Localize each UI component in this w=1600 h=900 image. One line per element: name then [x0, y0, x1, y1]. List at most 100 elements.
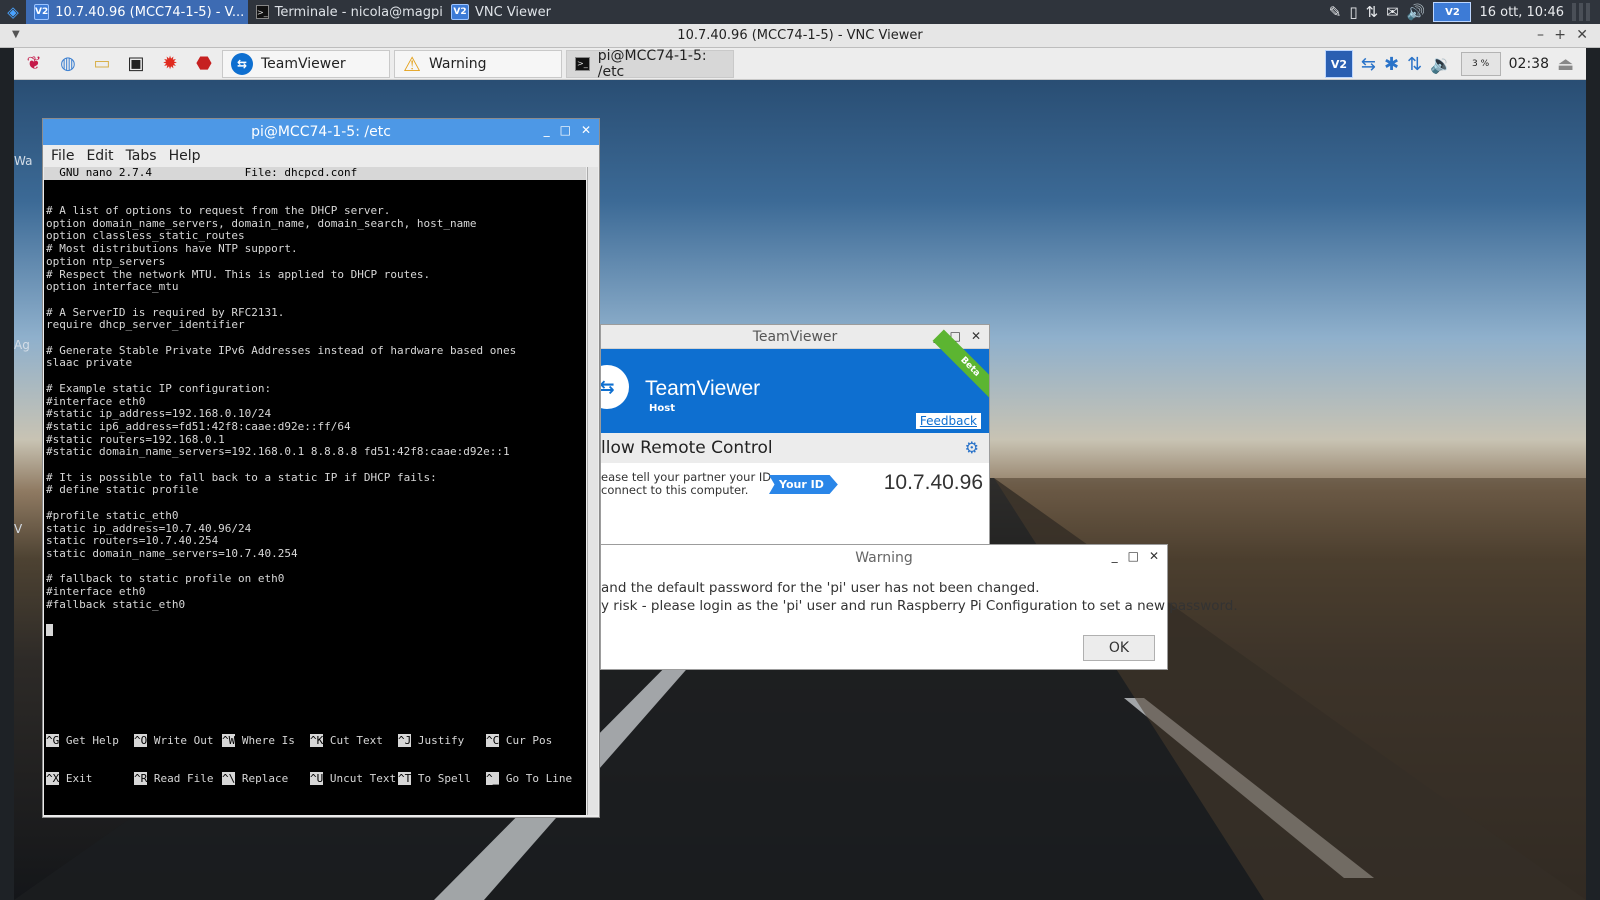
- terminal-menubar: File Edit Tabs Help: [43, 145, 599, 167]
- window-menu-icon[interactable]: ▼: [12, 29, 20, 40]
- teamviewer-id-panel: ease tell your partner your ID connect t…: [601, 463, 989, 523]
- eject-icon[interactable]: ⏏: [1557, 54, 1574, 75]
- shortcut-key: ^R: [134, 771, 148, 785]
- teamviewer-brand: TeamViewer: [645, 377, 761, 400]
- menu-file[interactable]: File: [51, 148, 74, 164]
- remote-task-label: TeamViewer: [261, 55, 346, 72]
- minimize-icon[interactable]: _: [544, 123, 550, 137]
- terminal-icon: >_: [575, 56, 590, 71]
- shortcut-key: ^O: [134, 733, 148, 747]
- section-title: llow Remote Control: [601, 438, 773, 458]
- teamviewer-banner: ⇆ TeamViewer Host Beta Feedback: [601, 329, 989, 433]
- menu-help[interactable]: Help: [169, 148, 201, 164]
- terminal-icon[interactable]: ▣: [122, 50, 150, 78]
- warning-line: and the default password for the 'pi' us…: [601, 580, 1040, 596]
- nano-text-line: [46, 294, 586, 307]
- menu-tabs[interactable]: Tabs: [126, 148, 157, 164]
- terminal-titlebar[interactable]: pi@MCC74-1-5: /etc _ □ ✕: [43, 119, 599, 145]
- host-task-label: 10.7.40.96 (MCC74-1-5) - V...: [55, 4, 245, 20]
- close-icon[interactable]: ✕: [1576, 27, 1588, 43]
- vnc-viewer-icon: V2: [34, 4, 50, 20]
- network-icon[interactable]: ⇅: [1366, 3, 1379, 21]
- remote-task-terminal[interactable]: >_ pi@MCC74-1-5: /etc: [566, 48, 734, 80]
- teamviewer-titlebar[interactable]: TeamViewer _ □ ✕: [601, 325, 989, 349]
- wolfram-icon[interactable]: ✹: [156, 50, 184, 78]
- nano-shortcut: ^U Uncut Text: [310, 771, 398, 786]
- shortcut-label: Go To Line: [499, 771, 573, 785]
- close-icon[interactable]: ✕: [971, 329, 981, 343]
- remote-task-label: pi@MCC74-1-5: /etc: [597, 48, 707, 80]
- host-task-vnc-viewer[interactable]: V2 VNC Viewer: [443, 0, 563, 24]
- maximize-icon[interactable]: □: [1128, 549, 1139, 563]
- nano-editor-body[interactable]: # A list of options to request from the …: [44, 204, 586, 612]
- mathematica-icon[interactable]: ⬣: [190, 50, 218, 78]
- web-browser-icon[interactable]: ◍: [54, 50, 82, 78]
- shortcut-label: Uncut Text: [323, 771, 397, 785]
- host-task-terminal[interactable]: >_ Terminale - nicola@magpi...: [248, 0, 443, 24]
- raspberry-menu-icon[interactable]: ❦: [20, 50, 48, 78]
- minimize-icon[interactable]: –: [1537, 27, 1544, 43]
- file-manager-icon[interactable]: ▭: [88, 50, 116, 78]
- desktop-icon-label[interactable]: V: [14, 522, 22, 536]
- desktop-icon-label[interactable]: Ag: [14, 338, 30, 352]
- network-icon[interactable]: ⇅: [1407, 54, 1422, 75]
- host-task-vnc-session[interactable]: V2 10.7.40.96 (MCC74-1-5) - V...: [26, 0, 248, 24]
- nano-shortcut: ^G Get Help: [46, 733, 134, 748]
- terminal-scrollbar[interactable]: [587, 167, 598, 815]
- shortcut-label: Write Out: [147, 733, 214, 747]
- volume-icon[interactable]: 🔊: [1407, 3, 1426, 21]
- teamviewer-icon: ⇆: [231, 52, 253, 75]
- volume-icon[interactable]: 🔉: [1430, 54, 1452, 75]
- vnc-titlebar[interactable]: ▼ 10.7.40.96 (MCC74-1-5) - VNC Viewer – …: [0, 24, 1600, 48]
- gear-icon[interactable]: ⚙: [965, 438, 979, 457]
- workspace-switcher[interactable]: [1572, 3, 1590, 21]
- mail-icon[interactable]: ✉: [1386, 3, 1399, 21]
- terminal-title: pi@MCC74-1-5: /etc: [251, 124, 391, 140]
- desktop-icon-label[interactable]: Wa: [14, 154, 32, 168]
- remote-clock[interactable]: 02:38: [1509, 56, 1549, 72]
- feedback-link[interactable]: Feedback: [915, 413, 981, 429]
- ok-button[interactable]: OK: [1083, 635, 1155, 661]
- teamviewer-tray-icon[interactable]: ⇆: [1361, 54, 1376, 75]
- bluetooth-icon[interactable]: ✱: [1384, 54, 1399, 75]
- nano-shortcut: ^C Cur Pos: [486, 733, 574, 748]
- shortcut-key: ^\: [222, 771, 236, 785]
- host-start-icon[interactable]: ◈: [0, 0, 26, 24]
- nano-text-line: option interface_mtu: [46, 280, 179, 294]
- notes-icon[interactable]: ✎: [1329, 3, 1342, 21]
- remote-task-teamviewer[interactable]: ⇆ TeamViewer: [222, 49, 390, 78]
- menu-edit[interactable]: Edit: [86, 148, 113, 164]
- remote-desktop[interactable]: Wa Ag V ❦ ◍ ▭ ▣ ✹ ⬣ ⇆ TeamViewer ⚠ Warni…: [14, 48, 1586, 900]
- teamviewer-id-value[interactable]: 10.7.40.96: [884, 471, 983, 495]
- minimize-icon[interactable]: _: [1112, 549, 1118, 563]
- host-task-label: VNC Viewer: [475, 4, 552, 20]
- battery-icon[interactable]: ▯: [1349, 3, 1357, 21]
- nano-header: GNU nano 2.7.4 File: dhcpcd.conf: [44, 167, 586, 180]
- remote-task-warning[interactable]: ⚠ Warning: [394, 49, 562, 78]
- shortcut-key: ^J: [398, 733, 412, 747]
- nano-shortcut: ^X Exit: [46, 771, 134, 786]
- vnc-tray-icon[interactable]: V2: [1433, 2, 1472, 22]
- vnc-viewer-icon: V2: [451, 4, 469, 20]
- vnc-server-icon[interactable]: V2: [1324, 50, 1353, 78]
- terminal-icon: >_: [256, 5, 269, 19]
- host-clock[interactable]: 16 ott, 10:46: [1479, 5, 1564, 20]
- warning-titlebar[interactable]: Warning _ □ ✕: [601, 545, 1167, 571]
- maximize-icon[interactable]: □: [560, 123, 571, 137]
- close-icon[interactable]: ✕: [581, 123, 591, 137]
- nano-text-line: require dhcp_server_identifier: [46, 318, 245, 332]
- maximize-icon[interactable]: +: [1554, 27, 1566, 43]
- nano-text-line: #interface eth0: [46, 585, 146, 599]
- shortcut-key: ^W: [222, 733, 236, 747]
- nano-shortcut-bar: ^G Get Help ^O Write Out ^W Where Is ^K Cut…: [44, 709, 586, 811]
- nano-text-line: option ntp_servers: [46, 254, 166, 268]
- vnc-viewer-window: ▼ 10.7.40.96 (MCC74-1-5) - VNC Viewer – …: [0, 24, 1600, 900]
- terminal-screen[interactable]: GNU nano 2.7.4 File: dhcpcd.conf # A lis…: [44, 167, 586, 815]
- shortcut-label: Cut Text: [323, 733, 383, 747]
- nano-text-line: [46, 370, 586, 383]
- close-icon[interactable]: ✕: [1149, 549, 1159, 563]
- instruction-line: connect to this computer.: [601, 483, 749, 497]
- warning-icon: ⚠: [403, 51, 421, 76]
- cpu-monitor[interactable]: 3 %: [1460, 52, 1501, 76]
- warning-message: and the default password for the 'pi' us…: [601, 579, 1238, 615]
